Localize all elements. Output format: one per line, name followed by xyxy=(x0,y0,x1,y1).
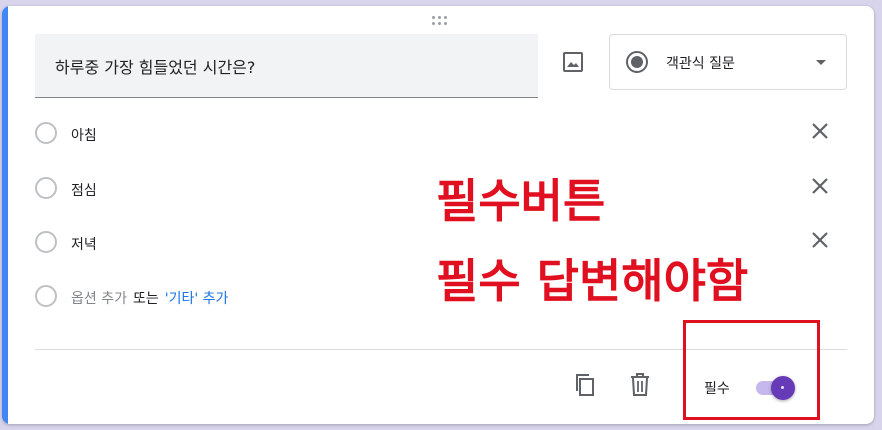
question-title-text: 하루중 가장 힘들었던 시간은? xyxy=(55,58,256,77)
add-image-button[interactable] xyxy=(561,50,585,74)
close-icon xyxy=(812,232,828,248)
annotation-highlight-box xyxy=(683,320,820,420)
add-other-button[interactable]: '기타' 추가 xyxy=(165,291,229,307)
remove-option-button[interactable] xyxy=(809,120,831,142)
or-text: 또는 xyxy=(132,291,159,307)
option-row[interactable]: 아침 xyxy=(35,120,845,148)
close-icon xyxy=(812,178,828,194)
radio-circle-icon xyxy=(35,122,57,144)
annotation-text-required-button: 필수버튼 xyxy=(436,174,606,228)
dropdown-arrow-icon xyxy=(816,60,826,65)
remove-option-button[interactable] xyxy=(809,175,831,197)
add-option-text: 옵션 추가 또는 '기타' 추가 xyxy=(71,288,228,308)
radio-button-icon xyxy=(626,51,648,73)
question-type-select[interactable]: 객관식 질문 xyxy=(609,34,847,90)
remove-option-button[interactable] xyxy=(809,229,831,251)
active-accent-bar xyxy=(2,6,8,424)
option-label[interactable]: 점심 xyxy=(71,180,97,200)
duplicate-button[interactable] xyxy=(572,372,598,398)
radio-circle-icon xyxy=(35,177,57,199)
delete-button[interactable] xyxy=(628,372,652,398)
delete-icon xyxy=(631,373,649,396)
question-title-input[interactable]: 하루중 가장 힘들었던 시간은? xyxy=(35,34,538,98)
option-row[interactable]: 저녁 xyxy=(35,229,845,257)
radio-circle-icon xyxy=(35,231,57,253)
radio-circle-icon xyxy=(35,285,57,307)
add-option-button[interactable]: 옵션 추가 xyxy=(71,291,127,307)
annotation-text-required-answer: 필수 답변해야함 xyxy=(436,254,749,308)
option-label[interactable]: 아침 xyxy=(71,125,97,145)
drag-handle-icon[interactable] xyxy=(432,16,452,28)
option-label[interactable]: 저녁 xyxy=(71,234,97,254)
question-type-label: 객관식 질문 xyxy=(666,56,735,72)
close-icon xyxy=(812,123,828,139)
copy-icon xyxy=(576,374,594,396)
image-icon xyxy=(563,52,583,72)
